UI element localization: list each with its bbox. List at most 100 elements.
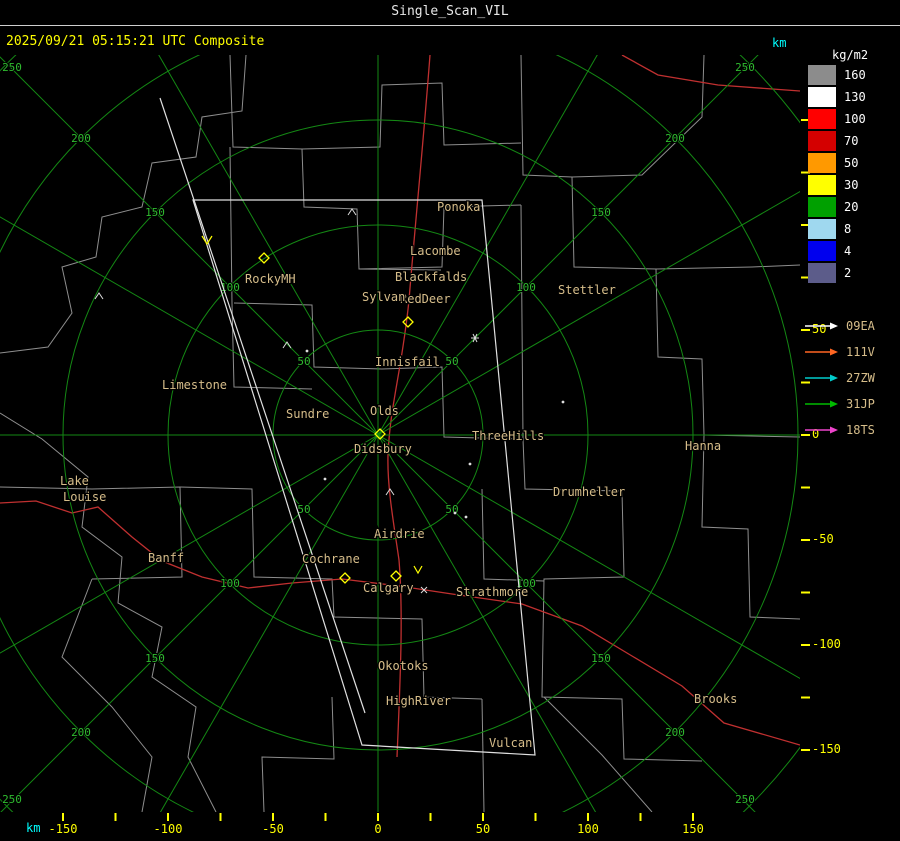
track-arrow-icon [805, 374, 838, 382]
highways [0, 55, 800, 758]
legend-color-swatch [808, 109, 836, 129]
right-axis-unit: km [772, 36, 787, 50]
bottom-axis-label: -100 [153, 822, 183, 836]
city-label-highriver: HighRiver [386, 694, 451, 708]
legend-color-swatch [808, 219, 836, 239]
scan-coverage-outline [159, 97, 536, 756]
track-id-label: 111V [846, 345, 875, 359]
city-labels: Ponoka Lacombe Blackfalds RedDeer Sylvan… [59, 199, 739, 752]
scan-timestamp: 2025/09/21 05:15:21 UTC Composite [6, 34, 265, 49]
bottom-axis-label: 50 [475, 822, 491, 836]
right-axis-label: -50 [812, 532, 834, 546]
track-arrow-icon [805, 348, 838, 356]
legend-color-swatch [808, 263, 836, 283]
legend-color-swatch [808, 153, 836, 173]
bottom-axis-ticks [62, 813, 696, 821]
legend-unit-label: kg/m2 [832, 48, 869, 62]
city-label-louise: Louise [63, 490, 106, 504]
ring-label: 50 [445, 503, 458, 516]
legend-level-row: 4 [808, 240, 851, 262]
track-legend-row: 09EA [804, 318, 875, 334]
legend-level-value: 4 [844, 244, 852, 258]
ring-label: 150 [591, 206, 611, 219]
city-label-didsbury: Didsbury [354, 442, 412, 456]
ring-label: 250 [2, 793, 22, 806]
legend-level-value: 160 [844, 68, 866, 82]
legend-color-swatch [808, 197, 836, 217]
track-arrow-icon [805, 400, 838, 408]
city-label-okotoks: Okotoks [378, 659, 429, 673]
ring-label: 50 [297, 355, 310, 368]
ring-label: 150 [591, 652, 611, 665]
legend-level-row: 8 [808, 218, 851, 240]
legend-level-row: 2 [808, 262, 851, 284]
legend-color-swatch [808, 175, 836, 195]
city-label-rockymh: RockyMH [245, 272, 296, 286]
ring-label: 50 [297, 503, 310, 516]
legend-level-row: 100 [808, 108, 866, 130]
legend-level-row: 20 [808, 196, 858, 218]
city-label-hanna: Hanna [685, 439, 721, 453]
track-id-label: 31JP [846, 397, 875, 411]
ring-label: 200 [665, 726, 685, 739]
city-label-banff: Banff [148, 551, 184, 565]
radar-map-view[interactable]: 50 50 50 50 100 100 100 100 150 150 150 … [0, 55, 800, 812]
track-arrow-icon [805, 322, 838, 330]
window-title: Single_Scan_VIL [0, 0, 900, 26]
bottom-axis-label: -50 [262, 822, 284, 836]
track-legend-row: 31JP [804, 396, 875, 412]
ring-label: 250 [735, 61, 755, 74]
legend-level-value: 50 [844, 156, 859, 170]
track-legend-row: 111V [804, 344, 875, 360]
legend-level-row: 30 [808, 174, 858, 196]
legend-level-value: 130 [844, 90, 866, 104]
ring-label: 150 [145, 652, 165, 665]
city-label-olds: Olds [370, 404, 399, 418]
bottom-axis-label: -150 [48, 822, 78, 836]
city-label-innisfail: Innisfail [375, 355, 440, 369]
ring-label: 250 [2, 61, 22, 74]
legend-level-value: 2 [844, 266, 852, 280]
city-label-vulcan: Vulcan [489, 736, 532, 750]
legend-level-row: 160 [808, 64, 866, 86]
legend-level-row: 50 [808, 152, 858, 174]
right-axis-label: -150 [812, 742, 841, 756]
ring-label: 50 [445, 355, 458, 368]
city-label-lake: Lake [60, 474, 89, 488]
legend-level-row: 130 [808, 86, 866, 108]
legend-level-value: 70 [844, 134, 859, 148]
track-legend-row: 18TS [804, 422, 875, 438]
city-label-brooks: Brooks [694, 692, 737, 706]
map-canvas: 50 50 50 50 100 100 100 100 150 150 150 … [0, 55, 800, 812]
product-title: Single_Scan_VIL [391, 4, 509, 19]
city-label-sundre: Sundre [286, 407, 329, 421]
city-label-sylvan: Sylvan [362, 290, 405, 304]
right-axis-label: -100 [812, 637, 841, 651]
legend-level-value: 8 [844, 222, 852, 236]
legend-level-value: 20 [844, 200, 859, 214]
ring-label: 150 [145, 206, 165, 219]
bottom-axis-unit: km [26, 821, 41, 835]
city-label-ponoka: Ponoka [437, 200, 480, 214]
ring-label: 200 [71, 726, 91, 739]
track-arrow-icon [805, 426, 838, 434]
legend-color-swatch [808, 87, 836, 107]
city-label-calgary: Calgary [363, 581, 414, 595]
bottom-axis-label: 0 [374, 822, 382, 836]
legend-level-value: 100 [844, 112, 866, 126]
city-label-cochrane: Cochrane [302, 552, 360, 566]
legend-color-swatch [808, 65, 836, 85]
track-legend-row: 27ZW [804, 370, 875, 386]
ring-label: 200 [665, 132, 685, 145]
city-label-limestone: Limestone [162, 378, 227, 392]
city-label-reddeer: RedDeer [400, 292, 451, 306]
ring-label: 100 [516, 281, 536, 294]
ring-label: 200 [71, 132, 91, 145]
legend-color-swatch [808, 241, 836, 261]
city-label-threehills: ThreeHills [472, 429, 544, 443]
city-label-strathmore: Strathmore [456, 585, 528, 599]
city-label-drumheller: Drumheller [553, 485, 625, 499]
ring-label: 100 [220, 577, 240, 590]
legend-level-value: 30 [844, 178, 859, 192]
bottom-axis-label: 100 [577, 822, 599, 836]
